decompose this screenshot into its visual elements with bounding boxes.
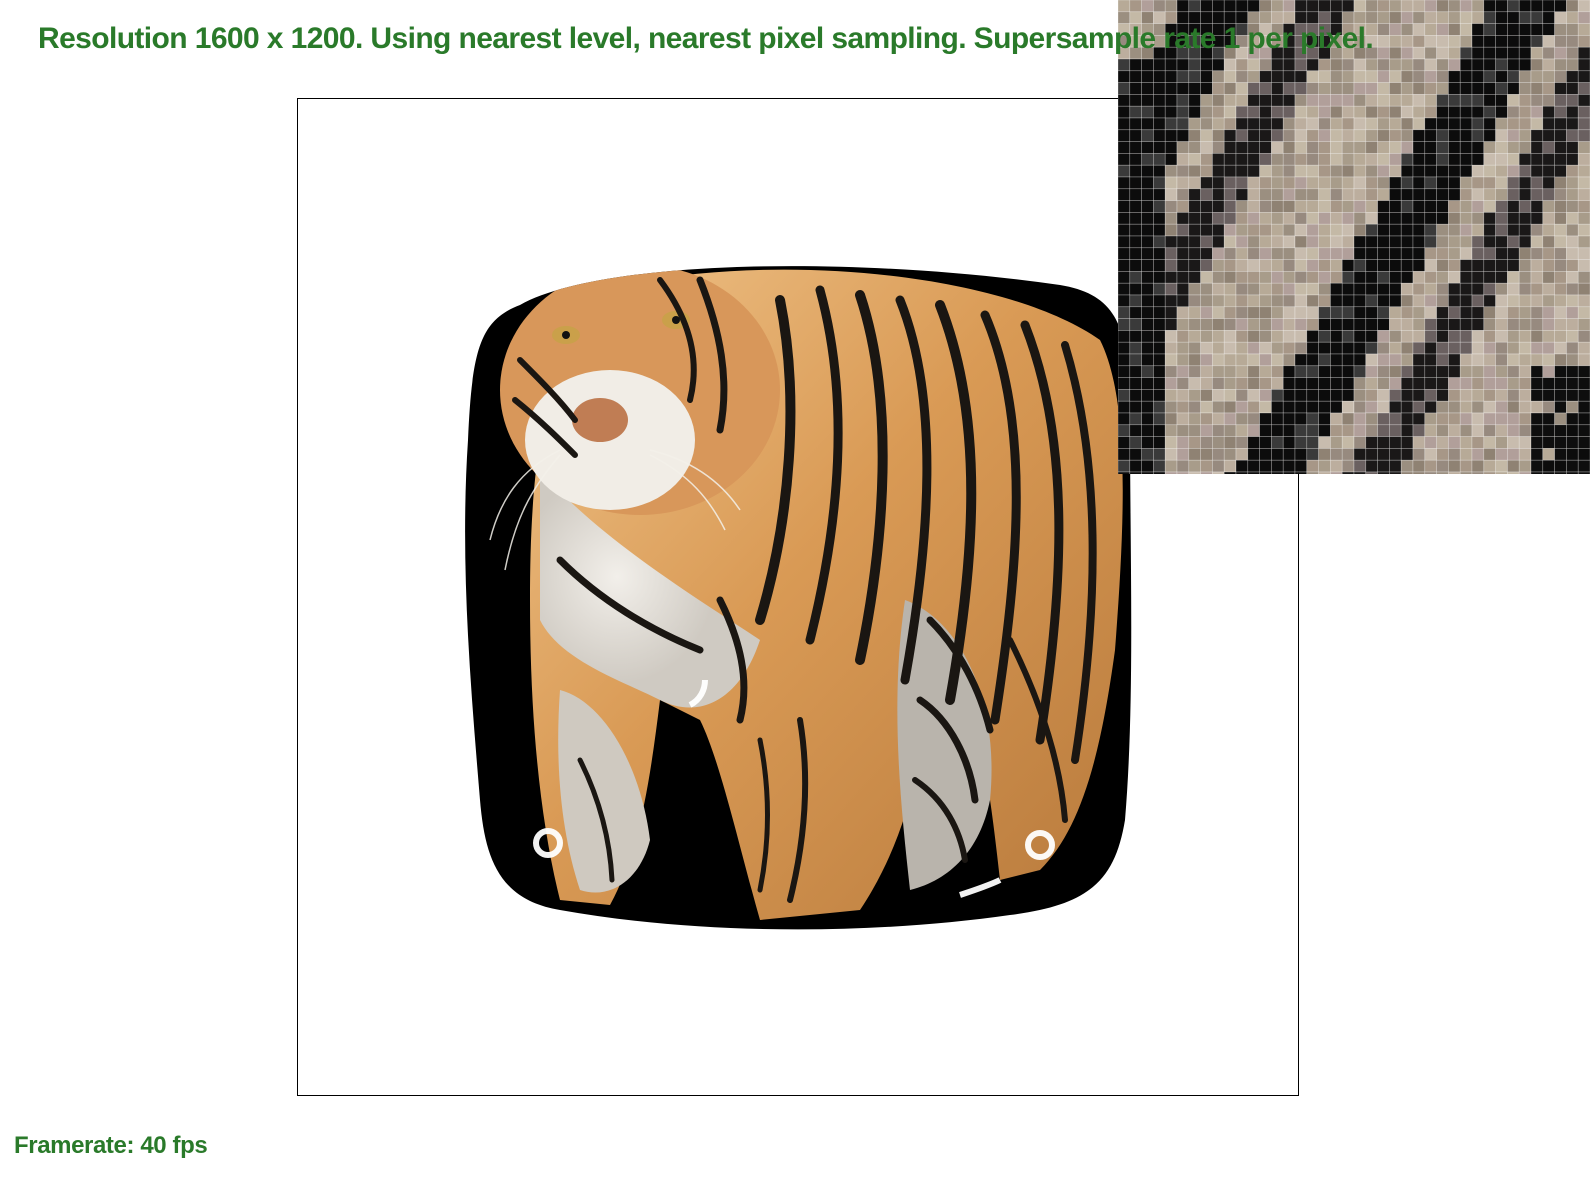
pixel-zoom-inset bbox=[1118, 0, 1590, 474]
framerate-label: Framerate: 40 fps bbox=[14, 1132, 208, 1159]
tiger-blob bbox=[465, 266, 1132, 930]
render-viewport[interactable]: Resolution 1600 x 1200. Using nearest le… bbox=[0, 0, 1590, 1192]
magnified-pixels bbox=[1118, 0, 1590, 474]
render-settings-label: Resolution 1600 x 1200. Using nearest le… bbox=[38, 22, 1374, 55]
pixel-grid-magnifier bbox=[1118, 0, 1590, 474]
